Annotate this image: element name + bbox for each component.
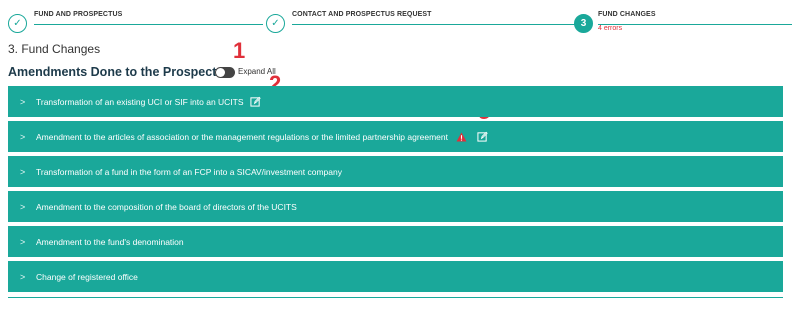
toggle-knob xyxy=(216,68,225,77)
step-divider xyxy=(292,24,592,25)
accordion-item-label: Amendment to the fund's denomination xyxy=(36,236,184,247)
section-divider xyxy=(8,297,783,298)
section-heading: Amendments Done to the Prospectus xyxy=(8,65,231,79)
accordion-item-label: Amendment to the composition of the boar… xyxy=(36,201,297,212)
warning-icon xyxy=(456,131,467,142)
check-icon: ✓ xyxy=(266,14,285,33)
edit-icon[interactable] xyxy=(477,131,488,142)
annotation-marker-1: 1 xyxy=(233,38,246,63)
accordion-item[interactable]: > Transformation of an existing UCI or S… xyxy=(8,86,783,117)
step-title: CONTACT AND PROSPECTUS REQUEST xyxy=(292,11,432,18)
step-divider xyxy=(598,24,792,25)
stepper: ✓ FUND AND PROSPECTUS ✓ CONTACT AND PROS… xyxy=(0,0,800,40)
amendments-accordion: > Transformation of an existing UCI or S… xyxy=(8,86,783,296)
accordion-item-label: Transformation of an existing UCI or SIF… xyxy=(36,96,244,107)
accordion-item[interactable]: > Amendment to the composition of the bo… xyxy=(8,191,783,222)
chevron-right-icon: > xyxy=(20,201,26,212)
page-title: 3. Fund Changes xyxy=(8,42,101,56)
chevron-right-icon: > xyxy=(20,96,26,107)
chevron-right-icon: > xyxy=(20,166,26,177)
expand-all-toggle[interactable] xyxy=(215,67,235,78)
check-icon: ✓ xyxy=(8,14,27,33)
edit-icon[interactable] xyxy=(249,96,261,107)
step-contact-and-prospectus-request[interactable]: ✓ CONTACT AND PROSPECTUS REQUEST xyxy=(266,0,592,40)
step-title: FUND AND PROSPECTUS xyxy=(34,11,123,18)
accordion-item[interactable]: > Amendment to the fund's denomination xyxy=(8,226,783,257)
accordion-item-label: Amendment to the articles of association… xyxy=(36,131,449,142)
chevron-right-icon: > xyxy=(20,131,26,142)
step-fund-changes[interactable]: 3 FUND CHANGES 4 errors xyxy=(574,0,792,40)
accordion-item[interactable]: > Change of registered office xyxy=(8,261,783,292)
accordion-item[interactable]: > Transformation of a fund in the form o… xyxy=(8,156,783,187)
chevron-right-icon: > xyxy=(20,236,26,247)
step-number-badge: 3 xyxy=(574,14,593,33)
accordion-item[interactable]: > Amendment to the articles of associati… xyxy=(8,121,783,152)
step-divider xyxy=(34,24,263,25)
accordion-item-label: Transformation of a fund in the form of … xyxy=(36,166,342,177)
step-title: FUND CHANGES xyxy=(598,11,656,18)
chevron-right-icon: > xyxy=(20,271,26,282)
accordion-item-label: Change of registered office xyxy=(36,271,138,282)
step-fund-and-prospectus[interactable]: ✓ FUND AND PROSPECTUS xyxy=(8,0,263,40)
step-error-count: 4 errors xyxy=(598,25,623,32)
